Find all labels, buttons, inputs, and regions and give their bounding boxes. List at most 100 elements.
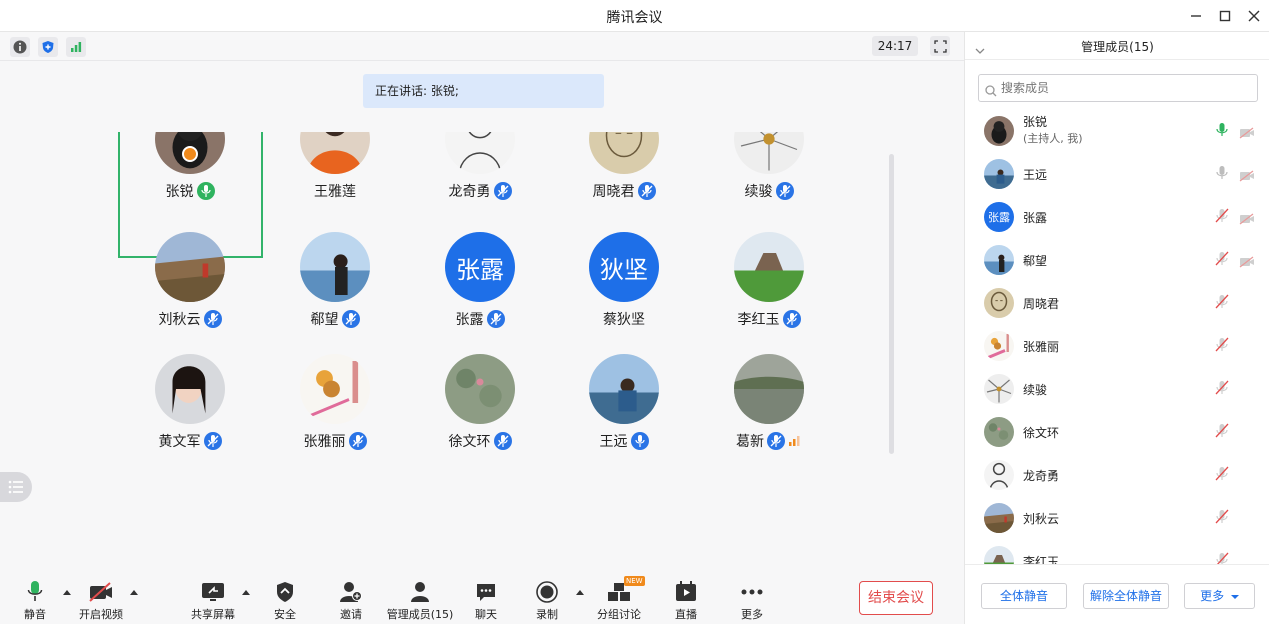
close-icon[interactable]: [1244, 6, 1264, 26]
share-screen-button[interactable]: 共享屏幕: [178, 580, 248, 622]
participant-tile[interactable]: 李红玉: [699, 232, 839, 342]
meeting-area: 24:17 正在讲话: 张锐; 张锐 王雅莲 龙奇勇 周晓君 续骏 刘秋云 郗望 张露 张露 狄坚…: [0, 32, 964, 624]
mic-muted-icon[interactable]: [1215, 380, 1229, 400]
member-row[interactable]: 郗望: [965, 239, 1269, 282]
participant-tile[interactable]: 张锐: [120, 104, 260, 214]
manage-members-label: 管理成员(15): [386, 608, 454, 621]
member-row[interactable]: 徐文环: [965, 411, 1269, 454]
mic-muted-icon[interactable]: [1215, 509, 1229, 529]
breakout-rooms-button[interactable]: NEW 分组讨论: [584, 576, 654, 622]
member-avatar: [984, 546, 1014, 564]
member-search-input[interactable]: [1001, 79, 1251, 97]
mic-muted-icon: [486, 310, 505, 328]
fullscreen-icon[interactable]: [930, 36, 950, 56]
panel-more-button[interactable]: 更多: [1184, 583, 1255, 609]
participant-name: 周晓君: [592, 184, 635, 200]
list-toggle-button[interactable]: [0, 472, 32, 502]
participant-name: 张锐: [165, 184, 194, 200]
participant-name: 续骏: [744, 184, 773, 200]
member-row[interactable]: 张露 张露: [965, 196, 1269, 239]
unmute-all-button[interactable]: 解除全体静音: [1083, 583, 1169, 609]
end-meeting-button[interactable]: 结束会议: [859, 581, 933, 615]
video-off-icon[interactable]: [1239, 124, 1255, 143]
caret-up-icon[interactable]: [129, 587, 139, 597]
mic-muted-icon[interactable]: [1215, 466, 1229, 486]
participant-tile[interactable]: 龙奇勇: [410, 104, 550, 214]
member-name: 李红玉: [1023, 555, 1060, 564]
signal-icon[interactable]: [66, 37, 86, 57]
participant-tile[interactable]: 刘秋云: [120, 232, 260, 342]
participant-name: 龙奇勇: [448, 184, 491, 200]
minimize-icon[interactable]: [1186, 6, 1206, 26]
participant-name-line: 张雅丽: [265, 431, 405, 451]
member-row[interactable]: 张雅丽: [965, 325, 1269, 368]
chat-label: 聊天: [475, 608, 497, 621]
live-stream-button[interactable]: 直播: [651, 580, 721, 622]
participant-name-line: 刘秋云: [120, 309, 260, 329]
member-row[interactable]: 龙奇勇: [965, 454, 1269, 497]
participant-avatar: [300, 354, 370, 424]
participant-name-line: 葛新: [699, 431, 839, 451]
participant-tile[interactable]: 葛新: [699, 354, 839, 464]
mute-all-button[interactable]: 全体静音: [981, 583, 1067, 609]
new-badge: NEW: [624, 576, 645, 586]
grid-scrollbar[interactable]: [889, 154, 894, 454]
mic-muted-icon[interactable]: [1215, 294, 1229, 314]
mic-muted-icon[interactable]: [1215, 337, 1229, 357]
member-name: 续骏: [1023, 383, 1048, 397]
breakout-icon: NEW: [584, 576, 654, 604]
live-icon: [651, 580, 721, 604]
mic-muted-icon[interactable]: [1215, 423, 1229, 443]
more-button[interactable]: 更多: [717, 580, 787, 622]
info-icon[interactable]: [10, 37, 30, 57]
participant-avatar: [300, 232, 370, 302]
member-row[interactable]: 王远: [965, 153, 1269, 196]
participant-avatar: 狄坚: [589, 232, 659, 302]
participant-tile[interactable]: 张露 张露: [410, 232, 550, 342]
member-row[interactable]: 李红玉: [965, 540, 1269, 564]
mic-muted-icon: [348, 432, 367, 450]
record-button[interactable]: 录制: [512, 580, 582, 622]
member-name: 郗望: [1023, 254, 1048, 268]
member-search: [978, 74, 1258, 102]
members-panel-title: 管理成员(15): [1081, 40, 1154, 54]
member-row[interactable]: 周晓君: [965, 282, 1269, 325]
member-avatar: [984, 159, 1014, 189]
start-video-button[interactable]: 开启视频: [66, 580, 136, 622]
video-off-icon[interactable]: [1239, 210, 1255, 229]
participant-avatar: [300, 132, 370, 174]
shield-icon[interactable]: [38, 37, 58, 57]
member-row[interactable]: 刘秋云: [965, 497, 1269, 540]
member-avatar: [984, 245, 1014, 275]
member-row[interactable]: 续骏: [965, 368, 1269, 411]
search-icon: [985, 82, 997, 101]
participant-tile[interactable]: 狄坚 蔡狄坚: [554, 232, 694, 342]
chat-button[interactable]: 聊天: [451, 580, 521, 622]
video-off-icon[interactable]: [1239, 167, 1255, 186]
participant-tile[interactable]: 徐文环: [410, 354, 550, 464]
participant-tile[interactable]: 续骏: [699, 104, 839, 214]
mic-muted-icon[interactable]: [1215, 251, 1229, 271]
live-label: 直播: [675, 608, 697, 621]
manage-members-button[interactable]: 管理成员(15): [378, 580, 462, 622]
video-off-icon[interactable]: [1239, 253, 1255, 272]
participant-tile[interactable]: 郗望: [265, 232, 405, 342]
mic-muted-icon[interactable]: [1215, 552, 1229, 564]
participant-tile[interactable]: 王远: [554, 354, 694, 464]
security-button[interactable]: 安全: [250, 580, 320, 622]
avatar-initials: 张露: [445, 232, 515, 302]
participant-avatar: [155, 354, 225, 424]
participant-tile[interactable]: 张雅丽: [265, 354, 405, 464]
participant-name-line: 黄文军: [120, 431, 260, 451]
mic-icon[interactable]: [1215, 122, 1229, 142]
member-avatar: [984, 417, 1014, 447]
mic-icon[interactable]: [1215, 165, 1229, 185]
maximize-icon[interactable]: [1215, 6, 1235, 26]
mic-muted-icon[interactable]: [1215, 208, 1229, 228]
member-row[interactable]: 张锐 (主持人, 我): [965, 110, 1269, 153]
participant-tile[interactable]: 黄文军: [120, 354, 260, 464]
participant-tile[interactable]: 王雅莲: [265, 104, 405, 214]
mute-button[interactable]: 静音: [0, 580, 70, 622]
invite-button[interactable]: 邀请: [316, 580, 386, 622]
participant-tile[interactable]: 周晓君: [554, 104, 694, 214]
